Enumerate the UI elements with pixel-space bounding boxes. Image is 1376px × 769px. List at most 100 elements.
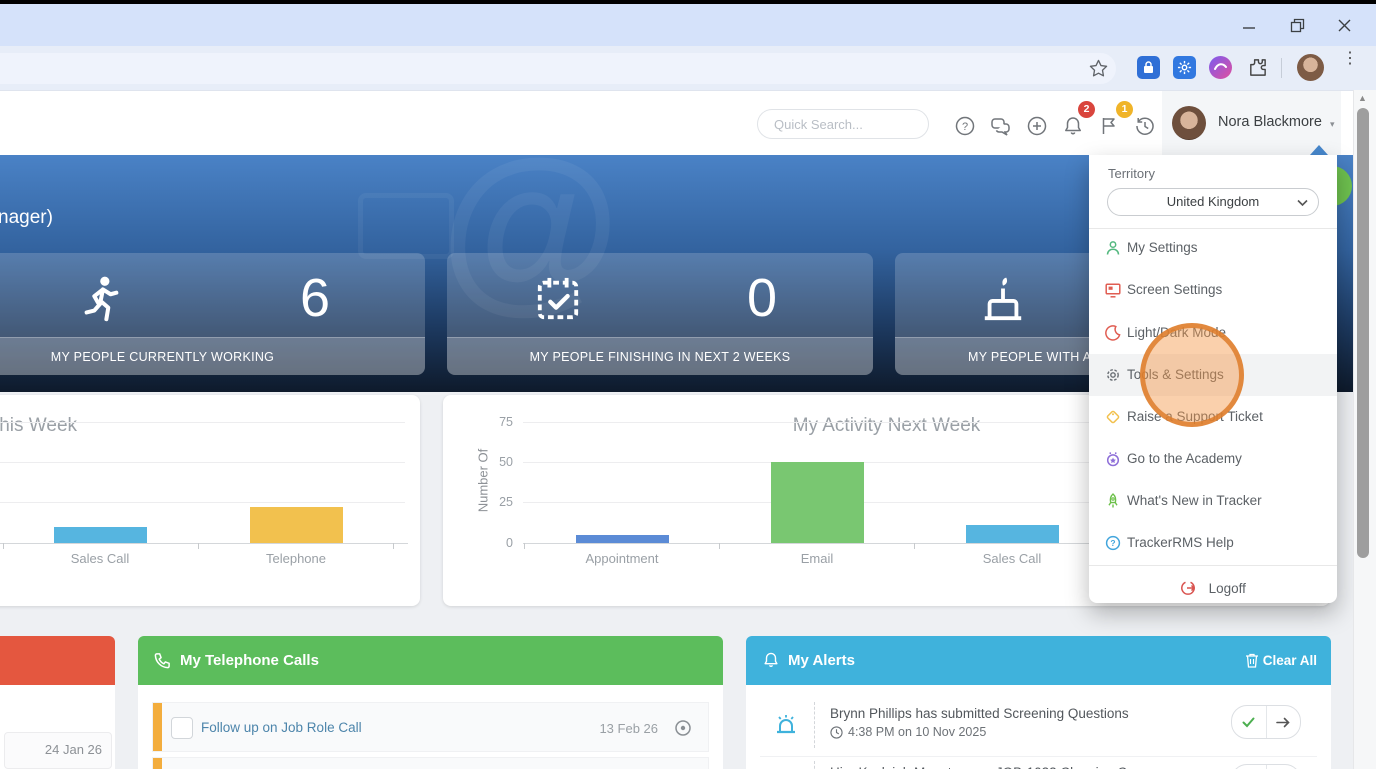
alert-goto-button[interactable] bbox=[1267, 765, 1301, 769]
call-item[interactable]: Follow up on Job Role Call 13 Feb 26 bbox=[152, 757, 709, 769]
chat-icon[interactable] bbox=[990, 115, 1012, 137]
phone-icon bbox=[154, 653, 170, 669]
minimize-icon[interactable] bbox=[1242, 22, 1256, 32]
menu-item-help[interactable]: ? TrackerRMS Help bbox=[1089, 522, 1337, 564]
flag-badge: 1 bbox=[1116, 101, 1133, 118]
bar-Sales Call bbox=[965, 525, 1059, 543]
x-tick bbox=[914, 543, 915, 549]
scrollbar-thumb[interactable] bbox=[1357, 108, 1369, 558]
address-bar[interactable] bbox=[0, 53, 1116, 84]
territory-label: Territory bbox=[1108, 166, 1155, 181]
bar-Appointment bbox=[575, 535, 669, 543]
menu-item-whats-new[interactable]: What's New in Tracker bbox=[1089, 480, 1337, 522]
person-icon bbox=[1106, 241, 1120, 255]
bar-Sales Call bbox=[53, 527, 147, 543]
territory-select[interactable]: United Kingdom bbox=[1107, 188, 1319, 216]
calculator-watermark-small bbox=[358, 193, 454, 259]
call-link[interactable]: Follow up on Job Role Call bbox=[201, 720, 362, 735]
preview-eye-icon[interactable] bbox=[674, 719, 692, 737]
y-tick-label: 25 bbox=[499, 495, 513, 509]
close-icon[interactable] bbox=[1337, 18, 1352, 33]
dropdown-divider bbox=[1089, 565, 1337, 566]
chevron-down-icon bbox=[1297, 199, 1308, 207]
alert-actions bbox=[1231, 705, 1301, 739]
alert-goto-button[interactable] bbox=[1267, 706, 1301, 738]
svg-text:?: ? bbox=[962, 121, 968, 133]
gridline bbox=[0, 462, 405, 463]
territory-value: United Kingdom bbox=[1166, 194, 1260, 209]
y-tick-label: 75 bbox=[499, 415, 513, 429]
y-tick-label: 0 bbox=[506, 536, 513, 550]
stat-value: 6 bbox=[300, 268, 331, 328]
menu-item-label: My Settings bbox=[1127, 240, 1198, 255]
browser-menu-icon[interactable]: ⋮ bbox=[1342, 51, 1358, 67]
priority-bar bbox=[153, 703, 162, 751]
user-avatar[interactable] bbox=[1172, 106, 1206, 140]
user-name[interactable]: Nora Blackmore bbox=[1218, 114, 1322, 130]
alert-accept-button[interactable] bbox=[1232, 765, 1267, 769]
alerts-panel-header: My Alerts Clear All bbox=[746, 636, 1331, 685]
menu-item-academy[interactable]: Go to the Academy bbox=[1089, 438, 1337, 480]
search-input[interactable]: Quick Search... bbox=[757, 109, 929, 139]
menu-item-label: Go to the Academy bbox=[1127, 451, 1242, 466]
alert-time: 4:38 PM on 10 Nov 2025 bbox=[848, 725, 987, 739]
add-icon[interactable] bbox=[1026, 115, 1048, 137]
running-person-icon bbox=[84, 276, 119, 322]
extension-logo-icon[interactable] bbox=[1209, 56, 1232, 79]
alert-actions bbox=[1231, 764, 1301, 769]
user-caret-icon[interactable]: ▾ bbox=[1330, 119, 1335, 130]
alerts-panel-title: My Alerts bbox=[788, 652, 855, 669]
scroll-up-arrow[interactable]: ▲ bbox=[1358, 93, 1367, 103]
call-item[interactable]: Follow up on Job Role Call 13 Feb 26 bbox=[152, 702, 709, 752]
logoff-label: Logoff bbox=[1208, 581, 1246, 596]
x-tick bbox=[524, 543, 525, 549]
flag-icon[interactable] bbox=[1098, 115, 1120, 137]
menu-item-my-settings[interactable]: My Settings bbox=[1089, 227, 1337, 269]
call-checkbox[interactable] bbox=[171, 717, 193, 739]
moon-icon bbox=[1105, 325, 1121, 341]
x-tick bbox=[393, 543, 394, 549]
bell-icon bbox=[764, 652, 778, 667]
stat-label: MY PEOPLE CURRENTLY WORKING bbox=[0, 337, 425, 375]
screen: ⋮ Quick Search... ? 2 1 Nora Blackmore ▾… bbox=[0, 0, 1376, 769]
vertical-scrollbar[interactable]: ▲ bbox=[1353, 90, 1376, 769]
alert-text: Brynn Phillips has submitted Screening Q… bbox=[830, 706, 1129, 721]
stat-value: 0 bbox=[747, 268, 778, 328]
academy-icon bbox=[1106, 452, 1120, 467]
notifications-bell-icon[interactable] bbox=[1062, 115, 1084, 137]
clear-all-button[interactable]: Clear All bbox=[1263, 653, 1317, 668]
x-category-label: Sales Call bbox=[70, 551, 130, 566]
menu-item-label: What's New in Tracker bbox=[1127, 493, 1262, 508]
menu-item-screen-settings[interactable]: Screen Settings bbox=[1089, 269, 1337, 311]
rocket-icon bbox=[1108, 493, 1118, 508]
welcome-text-fragment: nager) bbox=[0, 207, 53, 228]
stat-card-finishing[interactable]: 0 MY PEOPLE FINISHING IN NEXT 2 WEEKS bbox=[447, 253, 873, 375]
stat-card-working[interactable]: 6 MY PEOPLE CURRENTLY WORKING bbox=[0, 253, 425, 375]
extension-gear-icon[interactable] bbox=[1173, 56, 1196, 79]
browser-avatar[interactable] bbox=[1297, 54, 1324, 81]
alert-item[interactable]: Brynn Phillips has submitted Screening Q… bbox=[760, 698, 1317, 752]
bookmark-star-icon[interactable] bbox=[1089, 59, 1108, 78]
alert-accept-button[interactable] bbox=[1232, 706, 1267, 738]
alert-separator bbox=[814, 702, 815, 748]
trash-icon[interactable] bbox=[1245, 653, 1259, 668]
alert-item[interactable]: Hire Kayleigh Mountney on JOB-1022 Clean… bbox=[760, 756, 1317, 769]
overdue-item[interactable]: 24 Jan 26 bbox=[4, 732, 112, 769]
call-date: 13 Feb 26 bbox=[599, 721, 658, 736]
help-icon[interactable]: ? bbox=[954, 115, 976, 137]
x-tick bbox=[3, 543, 4, 549]
stat-label: MY PEOPLE FINISHING IN NEXT 2 WEEKS bbox=[447, 337, 873, 375]
extensions-puzzle-icon[interactable] bbox=[1247, 57, 1268, 78]
x-axis bbox=[0, 543, 408, 544]
help-circle-icon: ? bbox=[1105, 535, 1121, 551]
alert-separator bbox=[814, 761, 815, 769]
extension-shield-icon[interactable] bbox=[1137, 56, 1160, 79]
gridline bbox=[0, 502, 405, 503]
svg-text:?: ? bbox=[1110, 538, 1115, 548]
birthday-cake-icon bbox=[984, 277, 1022, 321]
history-icon[interactable] bbox=[1134, 115, 1156, 137]
clock-icon bbox=[830, 726, 843, 739]
menu-item-logoff[interactable]: Logoff bbox=[1089, 567, 1337, 609]
click-indicator bbox=[1140, 323, 1244, 427]
restore-icon[interactable] bbox=[1290, 18, 1305, 33]
